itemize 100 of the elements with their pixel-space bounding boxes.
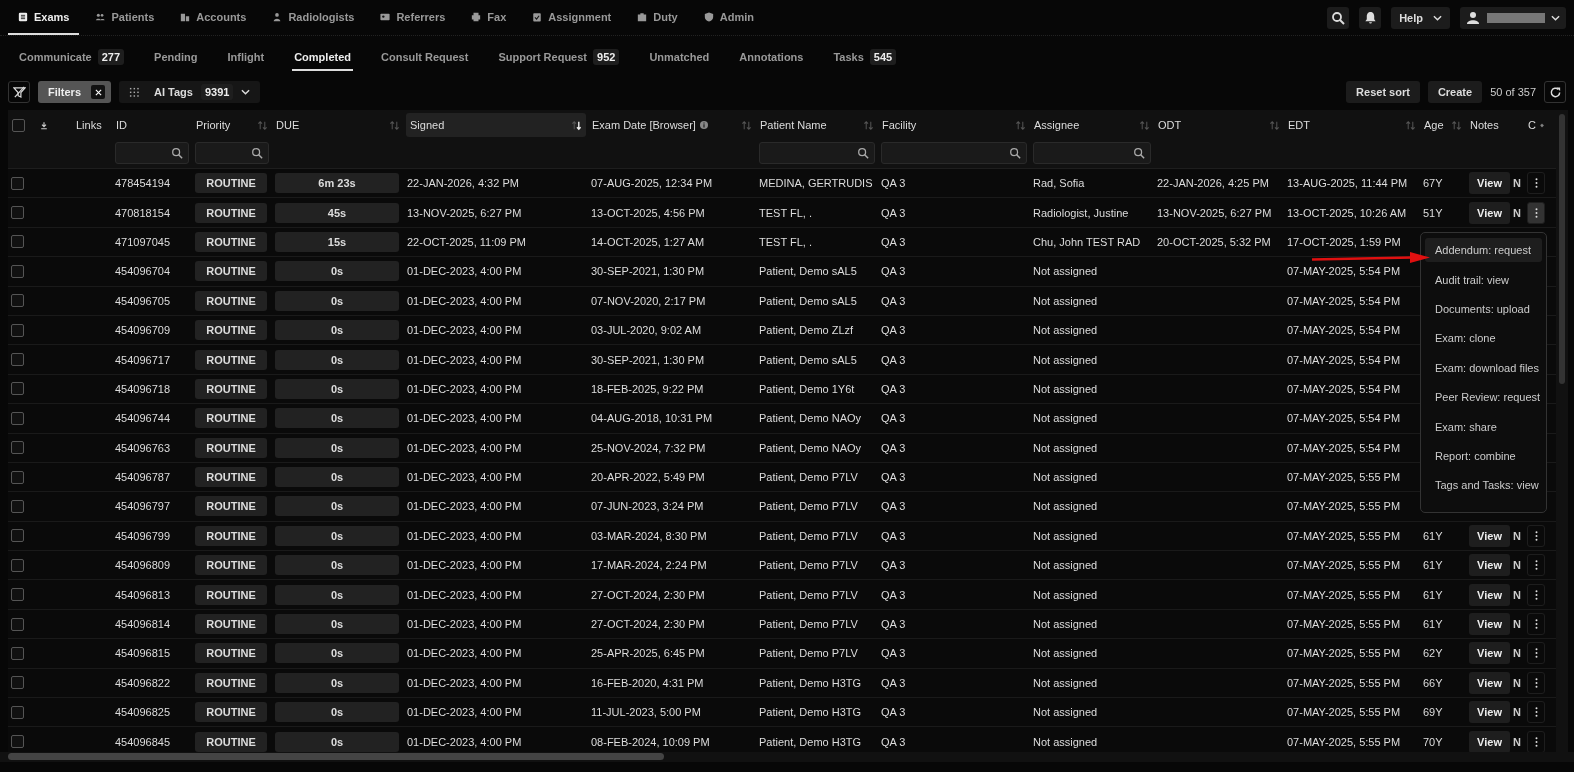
view-button[interactable]: View	[1469, 554, 1511, 577]
view-button[interactable]: View	[1469, 524, 1511, 547]
more-button[interactable]	[1527, 701, 1545, 724]
status-tab[interactable]: Pending	[152, 45, 200, 71]
view-button[interactable]: View	[1469, 701, 1511, 724]
status-tab[interactable]: Completed	[292, 45, 353, 71]
status-tab[interactable]: Inflight	[225, 45, 267, 71]
select-all-checkbox[interactable]	[12, 118, 25, 132]
more-button[interactable]	[1527, 172, 1545, 195]
row-checkbox[interactable]	[11, 264, 24, 278]
help-menu[interactable]: Help	[1391, 6, 1450, 29]
row-checkbox[interactable]	[11, 558, 24, 572]
sort-icon[interactable]	[1451, 119, 1462, 131]
horizontal-scrollbar[interactable]	[8, 753, 664, 760]
nav-tab[interactable]: Referrers	[370, 0, 456, 35]
status-tab[interactable]: Annotations	[737, 45, 806, 71]
view-button[interactable]: View	[1469, 642, 1511, 665]
nav-tab[interactable]: Assignment	[522, 0, 622, 35]
more-button[interactable]	[1527, 201, 1545, 224]
status-tab[interactable]: Tasks 545	[831, 45, 899, 71]
reset-sort-button[interactable]: Reset sort	[1346, 81, 1420, 103]
user-menu[interactable]	[1460, 6, 1566, 29]
row-checkbox[interactable]	[11, 646, 24, 660]
info-icon[interactable]	[699, 121, 708, 129]
row-checkbox[interactable]	[11, 735, 24, 749]
refresh-button[interactable]	[1544, 81, 1566, 103]
row-checkbox[interactable]	[11, 529, 24, 543]
sort-icon[interactable]	[1405, 119, 1416, 131]
filter-field[interactable]	[115, 142, 189, 164]
more-button[interactable]	[1527, 642, 1545, 665]
row-checkbox[interactable]	[11, 411, 24, 425]
row-checkbox[interactable]	[11, 617, 24, 631]
filter-field[interactable]	[759, 142, 875, 164]
filter-field[interactable]	[1033, 142, 1151, 164]
menu-item[interactable]: Tags and Tasks: view	[1425, 473, 1542, 498]
status-tab[interactable]: Communicate 277	[17, 45, 127, 71]
more-button[interactable]	[1527, 613, 1545, 636]
status-tab[interactable]: Support Request 952	[496, 45, 622, 71]
nav-tab[interactable]: Exams	[8, 0, 80, 35]
sort-icon[interactable]	[1139, 119, 1150, 131]
vertical-scrollbar[interactable]	[1559, 114, 1565, 384]
row-checkbox[interactable]	[11, 206, 24, 220]
row-checkbox[interactable]	[11, 235, 24, 249]
row-checkbox[interactable]	[11, 470, 24, 484]
sort-icon[interactable]	[1269, 119, 1280, 131]
sort-icon[interactable]	[1015, 119, 1026, 131]
more-button[interactable]	[1527, 583, 1545, 606]
row-checkbox[interactable]	[11, 323, 24, 337]
menu-item[interactable]: Audit trail: view	[1425, 267, 1542, 292]
menu-item[interactable]: Exam: clone	[1425, 326, 1542, 351]
nav-tab[interactable]: Patients	[85, 0, 165, 35]
filters-chip[interactable]: Filters	[38, 81, 111, 103]
filter-field[interactable]	[195, 142, 269, 164]
more-button[interactable]	[1527, 554, 1545, 577]
menu-item[interactable]: Addendum: request	[1425, 238, 1542, 263]
sort-icon[interactable]	[741, 119, 752, 131]
view-button[interactable]: View	[1469, 583, 1511, 606]
menu-item[interactable]: Peer Review: request	[1425, 384, 1542, 410]
menu-item[interactable]: Report: combine	[1425, 443, 1542, 469]
view-button[interactable]: View	[1469, 613, 1511, 636]
sort-icon[interactable]	[863, 119, 874, 131]
download-icon[interactable]	[40, 120, 48, 130]
row-checkbox[interactable]	[11, 294, 24, 308]
table-cell: 20-APR-2022, 5:49 PM	[591, 471, 705, 484]
menu-item[interactable]: Documents: upload	[1425, 296, 1542, 322]
row-checkbox[interactable]	[11, 705, 24, 719]
view-button[interactable]: View	[1469, 671, 1511, 694]
menu-item[interactable]: Exam: share	[1425, 414, 1542, 439]
sort-icon[interactable]	[389, 119, 400, 131]
bell-button[interactable]	[1359, 6, 1382, 29]
search-button[interactable]	[1327, 6, 1350, 29]
table-cell: 454096813	[115, 588, 171, 601]
more-button[interactable]	[1527, 524, 1545, 547]
row-checkbox[interactable]	[11, 676, 24, 690]
status-tab[interactable]: Consult Request	[379, 45, 471, 71]
filter-field[interactable]	[881, 142, 1027, 164]
close-button[interactable]	[91, 85, 105, 99]
view-button[interactable]: View	[1469, 172, 1511, 195]
row-checkbox[interactable]	[11, 588, 24, 602]
ai-tags-dropdown[interactable]: AI Tags 9391	[119, 81, 261, 103]
row-checkbox[interactable]	[11, 441, 24, 455]
sort-descending-icon[interactable]	[571, 119, 582, 131]
nav-tab[interactable]: Admin	[693, 0, 764, 35]
clear-filter-button[interactable]	[8, 81, 30, 103]
nav-tab[interactable]: Radiologists	[262, 0, 365, 35]
sorted-column-header[interactable]: Signed	[406, 113, 586, 137]
row-checkbox[interactable]	[11, 382, 24, 396]
row-checkbox[interactable]	[11, 176, 24, 190]
row-checkbox[interactable]	[11, 500, 24, 513]
nav-tab[interactable]: Accounts	[170, 0, 257, 35]
more-button[interactable]	[1527, 671, 1545, 694]
nav-tab[interactable]: Duty	[627, 0, 688, 35]
create-button[interactable]: Create	[1427, 81, 1483, 103]
sort-icon[interactable]	[257, 119, 268, 131]
view-button[interactable]: View	[1469, 730, 1511, 752]
nav-tab[interactable]: Fax	[461, 0, 517, 35]
view-button[interactable]: View	[1469, 201, 1511, 224]
row-checkbox[interactable]	[11, 353, 24, 367]
status-tab[interactable]: Unmatched	[647, 45, 712, 71]
menu-item[interactable]: Exam: download files	[1425, 355, 1542, 380]
